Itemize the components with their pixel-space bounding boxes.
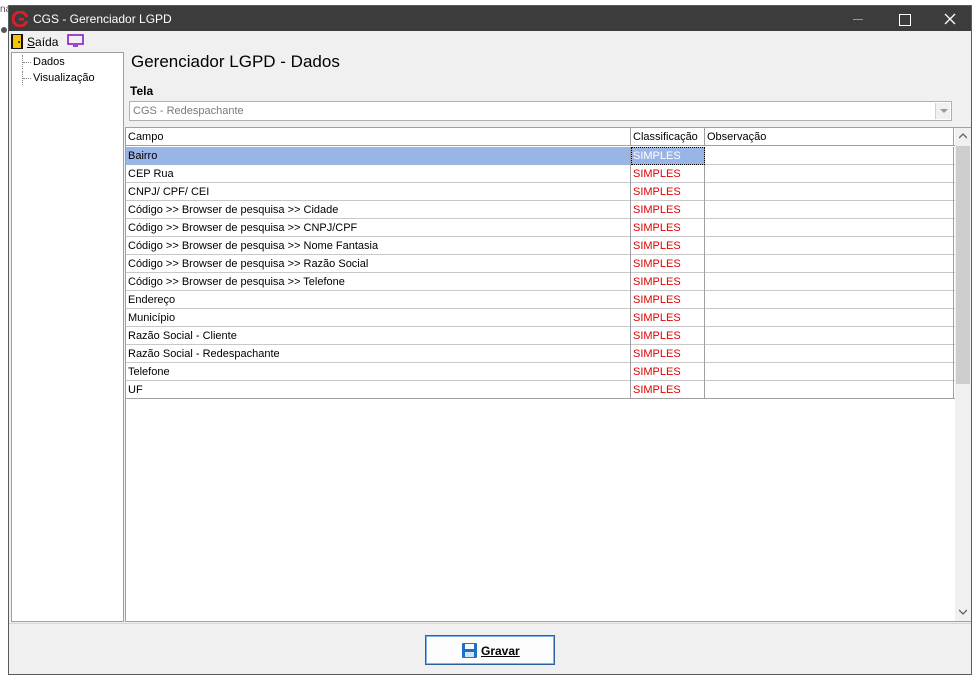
- table-row[interactable]: Razão Social - Cliente SIMPLES: [126, 327, 955, 345]
- desktop: na CGS - Gerenciador LGPD Saída Dados Vi…: [0, 0, 980, 681]
- page-title: Gerenciador LGPD - Dados: [131, 52, 340, 71]
- chevron-down-icon[interactable]: [935, 103, 950, 119]
- table-row[interactable]: Código >> Browser de pesquisa >> Razão S…: [126, 255, 955, 273]
- grid-header: Campo Classificação Observação: [126, 128, 955, 146]
- cell-campo[interactable]: Telefone: [126, 363, 631, 381]
- cell-observacao[interactable]: [705, 147, 954, 165]
- table-row[interactable]: Código >> Browser de pesquisa >> Telefon…: [126, 273, 955, 291]
- cell-classificacao[interactable]: SIMPLES: [631, 273, 705, 291]
- tree-item-label: Dados: [33, 56, 65, 68]
- table-row[interactable]: Endereço SIMPLES: [126, 291, 955, 309]
- cell-classificacao[interactable]: SIMPLES: [631, 147, 705, 165]
- scroll-thumb[interactable]: [956, 146, 970, 384]
- table-row[interactable]: Código >> Browser de pesquisa >> Cidade …: [126, 201, 955, 219]
- gravar-button-label: Gravar: [481, 644, 520, 658]
- tree-connector: [22, 55, 31, 69]
- cell-classificacao[interactable]: SIMPLES: [631, 327, 705, 345]
- main-window: CGS - Gerenciador LGPD Saída Dados Visua…: [8, 5, 972, 675]
- chevron-down-icon: [959, 609, 967, 615]
- cell-observacao[interactable]: [705, 381, 954, 399]
- menu-item-saida[interactable]: Saída: [27, 35, 58, 49]
- title-bar[interactable]: CGS - Gerenciador LGPD: [9, 6, 971, 31]
- cell-classificacao[interactable]: SIMPLES: [631, 237, 705, 255]
- cell-classificacao[interactable]: SIMPLES: [631, 255, 705, 273]
- cell-classificacao[interactable]: SIMPLES: [631, 309, 705, 327]
- cell-campo[interactable]: Razão Social - Redespachante: [126, 345, 631, 363]
- close-icon: [944, 13, 956, 25]
- cell-campo[interactable]: Razão Social - Cliente: [126, 327, 631, 345]
- minimize-button[interactable]: [835, 6, 881, 31]
- cell-observacao[interactable]: [705, 201, 954, 219]
- cell-observacao[interactable]: [705, 273, 954, 291]
- cell-campo[interactable]: CNPJ/ CPF/ CEI: [126, 183, 631, 201]
- bottom-bar: Gravar: [9, 623, 971, 674]
- tela-combobox[interactable]: CGS - Redespachante: [129, 101, 952, 121]
- cell-classificacao[interactable]: SIMPLES: [631, 381, 705, 399]
- table-row[interactable]: Código >> Browser de pesquisa >> Nome Fa…: [126, 237, 955, 255]
- window-title: CGS - Gerenciador LGPD: [33, 12, 172, 26]
- cell-campo[interactable]: Código >> Browser de pesquisa >> Nome Fa…: [126, 237, 631, 255]
- cell-classificacao[interactable]: SIMPLES: [631, 165, 705, 183]
- scroll-down-button[interactable]: [955, 604, 971, 621]
- menu-item-saida-mnemonic: S: [27, 35, 36, 49]
- vertical-scrollbar[interactable]: [955, 128, 971, 621]
- cell-campo[interactable]: UF: [126, 381, 631, 399]
- cell-classificacao[interactable]: SIMPLES: [631, 183, 705, 201]
- column-header-classificacao[interactable]: Classificação: [631, 128, 705, 146]
- tree-connector: [22, 71, 31, 85]
- cell-classificacao[interactable]: SIMPLES: [631, 291, 705, 309]
- monitor-icon[interactable]: [67, 34, 84, 48]
- cell-observacao[interactable]: [705, 219, 954, 237]
- chevron-up-icon: [959, 133, 967, 139]
- floppy-disk-icon: [462, 643, 477, 658]
- cell-campo[interactable]: Bairro: [126, 147, 631, 165]
- cell-observacao[interactable]: [705, 345, 954, 363]
- cell-observacao[interactable]: [705, 165, 954, 183]
- table-row[interactable]: Razão Social - Redespachante SIMPLES: [126, 345, 955, 363]
- table-row[interactable]: Código >> Browser de pesquisa >> CNPJ/CP…: [126, 219, 955, 237]
- table-row[interactable]: UF SIMPLES: [126, 381, 955, 399]
- column-header-campo[interactable]: Campo: [126, 128, 631, 146]
- cell-campo[interactable]: CEP Rua: [126, 165, 631, 183]
- cell-campo[interactable]: Endereço: [126, 291, 631, 309]
- cell-observacao[interactable]: [705, 237, 954, 255]
- cell-observacao[interactable]: [705, 183, 954, 201]
- cell-campo[interactable]: Código >> Browser de pesquisa >> Cidade: [126, 201, 631, 219]
- cell-campo[interactable]: Código >> Browser de pesquisa >> CNPJ/CP…: [126, 219, 631, 237]
- exit-door-icon[interactable]: [11, 34, 23, 49]
- cell-campo[interactable]: Código >> Browser de pesquisa >> Razão S…: [126, 255, 631, 273]
- cell-observacao[interactable]: [705, 327, 954, 345]
- cell-observacao[interactable]: [705, 291, 954, 309]
- gravar-button[interactable]: Gravar: [425, 635, 555, 665]
- cell-classificacao[interactable]: SIMPLES: [631, 201, 705, 219]
- tela-label: Tela: [130, 84, 154, 98]
- close-button[interactable]: [927, 6, 973, 31]
- cell-campo[interactable]: Município: [126, 309, 631, 327]
- cell-classificacao[interactable]: SIMPLES: [631, 363, 705, 381]
- cell-observacao[interactable]: [705, 309, 954, 327]
- tela-combobox-value: CGS - Redespachante: [133, 105, 244, 117]
- tree-item-label: Visualização: [33, 72, 95, 84]
- fields-grid: Campo Classificação Observação Bairro SI…: [125, 127, 971, 622]
- table-row[interactable]: Bairro SIMPLES: [126, 147, 955, 165]
- gear-icon: [1, 27, 7, 33]
- cgs-logo-icon: [12, 11, 28, 27]
- cell-classificacao[interactable]: SIMPLES: [631, 219, 705, 237]
- cell-classificacao[interactable]: SIMPLES: [631, 345, 705, 363]
- scroll-up-button[interactable]: [955, 128, 971, 145]
- cell-observacao[interactable]: [705, 363, 954, 381]
- maximize-button[interactable]: [881, 6, 927, 31]
- column-header-observacao[interactable]: Observação: [705, 128, 954, 146]
- cell-observacao[interactable]: [705, 255, 954, 273]
- menu-item-saida-rest: aída: [35, 35, 59, 49]
- cell-campo[interactable]: Código >> Browser de pesquisa >> Telefon…: [126, 273, 631, 291]
- table-row[interactable]: Município SIMPLES: [126, 309, 955, 327]
- table-row[interactable]: Telefone SIMPLES: [126, 363, 955, 381]
- table-row[interactable]: CNPJ/ CPF/ CEI SIMPLES: [126, 183, 955, 201]
- menu-bar: Saída: [9, 31, 971, 51]
- navigation-tree: Dados Visualização: [11, 52, 124, 622]
- table-row[interactable]: CEP Rua SIMPLES: [126, 165, 955, 183]
